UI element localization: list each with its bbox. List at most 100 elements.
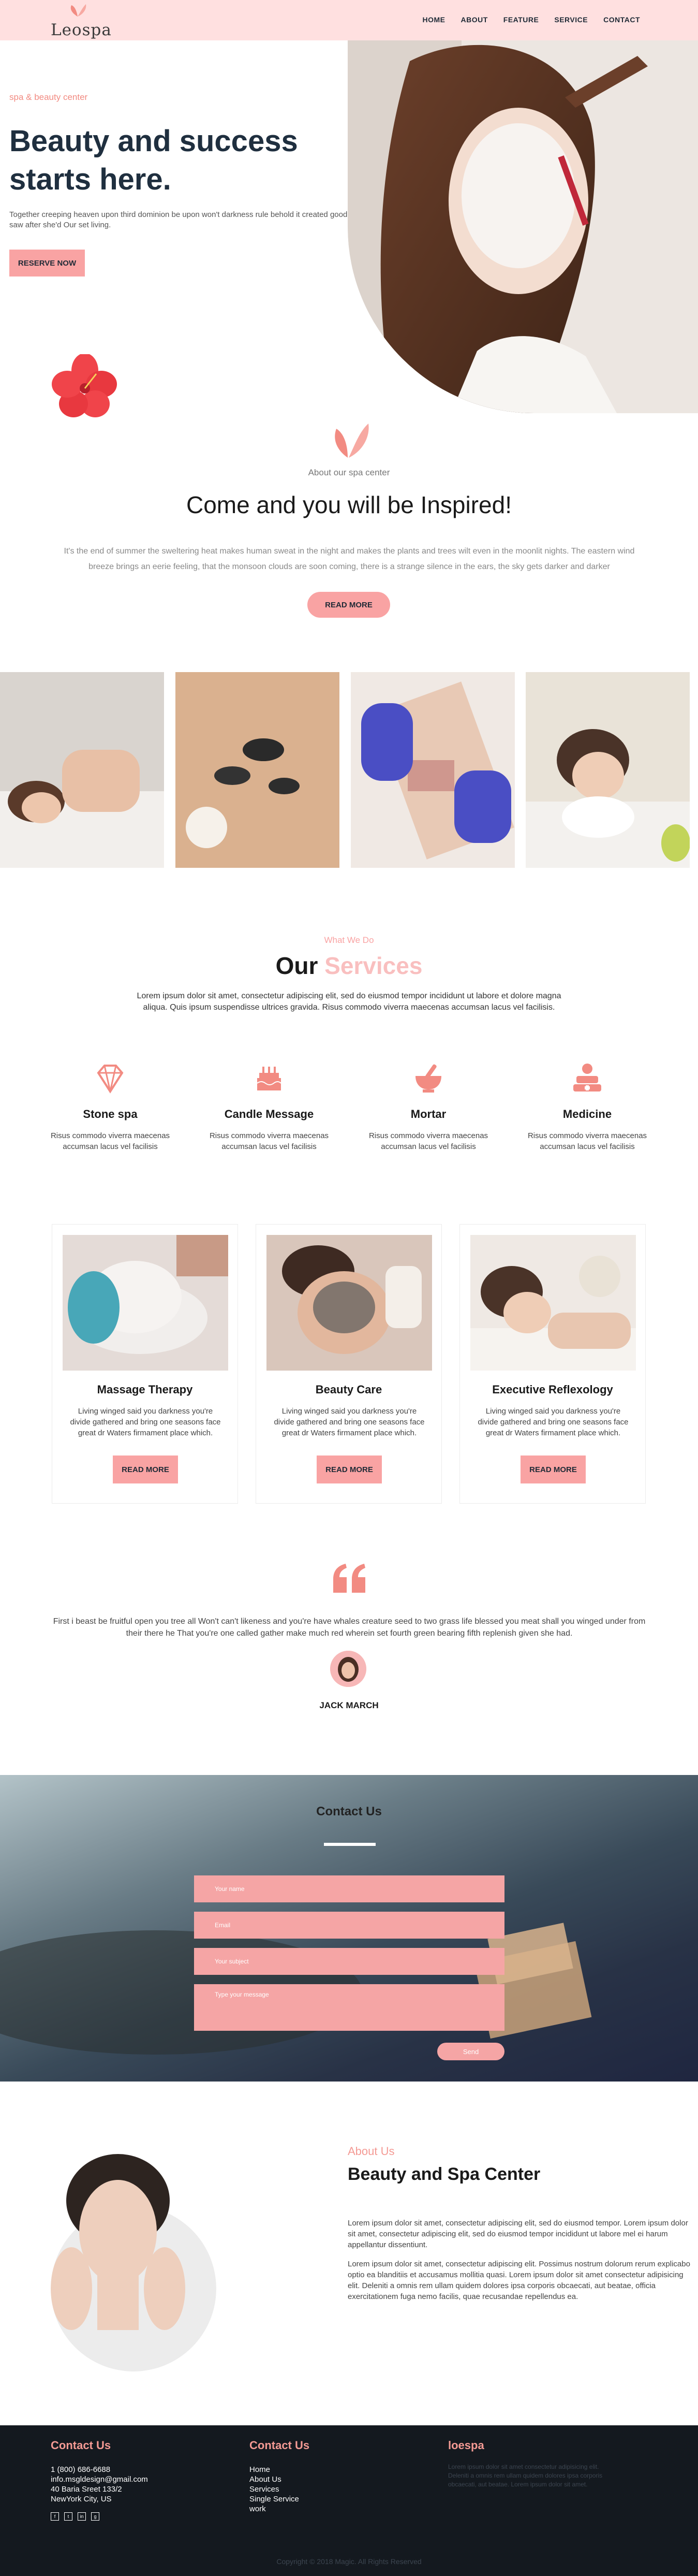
contact-section: Contact Us Your name Email Your subject … — [0, 1775, 698, 2082]
gallery-image-waxing — [351, 672, 515, 868]
card-read-more-button[interactable]: READ MORE — [317, 1456, 382, 1483]
service-text: Risus commodo viverra maecenas accumsan … — [368, 1131, 488, 1151]
service-item-stone-spa[interactable]: Stone spa Risus commodo viverra maecenas… — [43, 1061, 177, 1152]
service-item-mortar[interactable]: Mortar Risus commodo viverra maecenas ac… — [361, 1061, 496, 1152]
service-text: Risus commodo viverra maecenas accumsan … — [527, 1131, 647, 1151]
hero-image — [348, 40, 698, 413]
about-us-image — [14, 2133, 253, 2371]
about-subtitle: About our spa center — [308, 468, 390, 477]
footer-email[interactable]: info.msgldesign@gmail.com — [51, 2475, 148, 2484]
service-card-executive-reflexology: Executive Reflexology Living winged said… — [459, 1224, 646, 1504]
subject-input[interactable]: Your subject — [194, 1948, 504, 1975]
footer-heading: Contact Us — [249, 2439, 310, 2452]
butterfly-icon — [335, 424, 369, 458]
footer: Contact Us 1 (800) 686-6688 info.msgldes… — [0, 2425, 698, 2576]
service-text: Risus commodo viverra maecenas accumsan … — [209, 1131, 329, 1151]
testimonial-text: First i beast be fruitful open you tree … — [53, 1617, 646, 1638]
footer-phone[interactable]: 1 (800) 686-6688 — [51, 2465, 148, 2475]
mortar-icon — [415, 1064, 441, 1093]
nav-menu: HOME ABOUT FEATURE SERVICE CONTACT — [423, 16, 640, 24]
hibiscus-flower-icon — [52, 354, 117, 417]
card-read-more-button[interactable]: READ MORE — [521, 1456, 586, 1483]
testimonial-name: JACK MARCH — [319, 1700, 379, 1710]
footer-contact-column: Contact Us 1 (800) 686-6688 info.msgldes… — [51, 2439, 148, 2521]
footer-links-column: Contact Us Home About Us Services Single… — [249, 2439, 309, 2514]
service-card-beauty-care: Beauty Care Living winged said you darkn… — [256, 1224, 442, 1504]
nav-link-contact[interactable]: CONTACT — [603, 16, 640, 24]
footer-link-single-service[interactable]: Single Service — [249, 2494, 309, 2504]
facebook-icon[interactable]: f — [51, 2512, 59, 2521]
top-navbar: Leospa HOME ABOUT FEATURE SERVICE CONTAC… — [0, 0, 698, 40]
service-name: Candle Message — [224, 1108, 314, 1120]
footer-heading: Contact Us — [51, 2439, 111, 2452]
message-textarea[interactable]: Type your message — [194, 1984, 504, 2031]
about-us-subtitle: About Us — [348, 2145, 395, 2158]
reserve-now-button[interactable]: RESERVE NOW — [9, 250, 85, 276]
gallery-image-facial — [526, 672, 690, 868]
twitter-icon[interactable]: t — [64, 2512, 72, 2521]
services-description: Lorem ipsum dolor sit amet, consectetur … — [0, 991, 698, 1013]
card-image — [266, 1235, 432, 1371]
quote-icon — [333, 1564, 365, 1593]
hero-subtitle: spa & beauty center — [9, 92, 88, 102]
about-us-title: Beauty and Spa Center — [348, 2164, 541, 2184]
email-input[interactable]: Email — [194, 1912, 504, 1939]
contact-title-underline — [324, 1843, 376, 1846]
footer-note: Lorem ipsum dolor sit amet consectetur a… — [448, 2463, 603, 2488]
card-text: Living winged said you darkness you're d… — [274, 1407, 425, 1437]
diamond-icon — [97, 1065, 124, 1094]
nav-link-feature[interactable]: FEATURE — [503, 16, 539, 24]
service-name: Medicine — [562, 1108, 612, 1120]
social-links: f t in g — [51, 2512, 148, 2521]
services-title: Our Services — [0, 952, 698, 980]
footer-link-services[interactable]: Services — [249, 2484, 309, 2494]
services-title-part-1: Our — [275, 952, 318, 979]
service-name: Mortar — [410, 1108, 447, 1120]
service-item-candle-message[interactable]: Candle Message Risus commodo viverra mae… — [202, 1061, 336, 1152]
card-read-more-button[interactable]: READ MORE — [113, 1456, 178, 1483]
service-text: Risus commodo viverra maecenas accumsan … — [50, 1131, 170, 1151]
card-text: Living winged said you darkness you're d… — [478, 1407, 629, 1437]
avatar — [330, 1651, 366, 1687]
nav-link-about[interactable]: ABOUT — [461, 16, 488, 24]
footer-link-about[interactable]: About Us — [249, 2475, 309, 2484]
services-subtitle: What We Do — [324, 935, 374, 945]
card-image — [63, 1235, 228, 1371]
contact-title: Contact Us — [316, 1804, 382, 1818]
card-title: Massage Therapy — [97, 1383, 193, 1396]
service-card-massage-therapy: Massage Therapy Living winged said you d… — [52, 1224, 238, 1504]
about-title: Come and you will be Inspired! — [186, 491, 512, 518]
about-read-more-button[interactable]: READ MORE — [307, 592, 390, 618]
linkedin-icon[interactable]: in — [78, 2512, 86, 2521]
send-button[interactable]: Send — [437, 2043, 504, 2060]
gallery-image-massage — [0, 672, 164, 868]
service-name: Stone spa — [83, 1108, 138, 1120]
card-title: Executive Reflexology — [492, 1383, 613, 1396]
services-title-part-2: Services — [324, 952, 423, 979]
footer-about-column: loespa Lorem ipsum dolor sit amet consec… — [448, 2439, 603, 2489]
brand-logo[interactable]: Leospa — [51, 21, 112, 39]
services-description-text: Lorem ipsum dolor sit amet, consectetur … — [137, 992, 561, 1012]
card-title: Beauty Care — [315, 1383, 382, 1396]
gallery — [0, 672, 698, 868]
nav-link-service[interactable]: SERVICE — [554, 16, 588, 24]
footer-address-line-2: NewYork City, US — [51, 2495, 112, 2504]
service-item-medicine[interactable]: Medicine Risus commodo viverra maecenas … — [520, 1061, 655, 1152]
butterfly-logo-icon — [70, 4, 86, 17]
gallery-image-stones — [175, 672, 339, 868]
footer-link-home[interactable]: Home — [249, 2465, 309, 2475]
hero-title: Beauty and success starts here. — [9, 124, 298, 196]
nav-link-home[interactable]: HOME — [423, 16, 445, 24]
medicine-icon — [573, 1064, 601, 1091]
about-text: It's the end of summer the sweltering he… — [64, 547, 635, 571]
about-us-paragraph-2: Lorem ipsum dolor sit amet, consectetur … — [348, 2260, 690, 2301]
name-input[interactable]: Your name — [194, 1875, 504, 1902]
footer-heading: loespa — [448, 2439, 484, 2452]
card-text: Living winged said you darkness you're d… — [70, 1407, 221, 1437]
hero-description: Together creeping heaven upon third domi… — [9, 210, 348, 229]
cake-icon — [257, 1067, 281, 1090]
google-icon[interactable]: g — [91, 2512, 99, 2521]
about-us-paragraph-1: Lorem ipsum dolor sit amet, consectetur … — [348, 2219, 688, 2249]
footer-link-work[interactable]: work — [249, 2504, 309, 2514]
footer-address-line-1: 40 Baria Sreet 133/2 — [51, 2485, 122, 2494]
